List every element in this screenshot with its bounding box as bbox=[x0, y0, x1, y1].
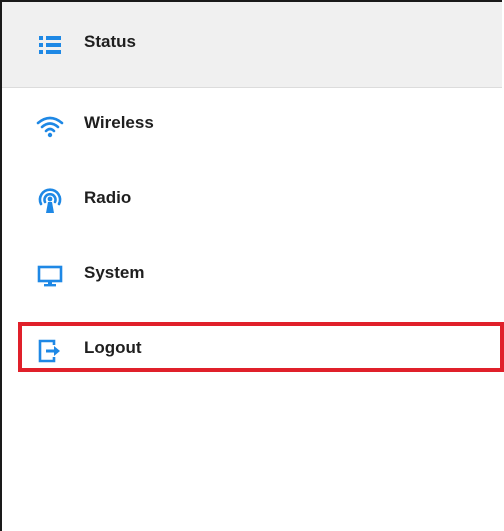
sidebar-item-label: Radio bbox=[84, 187, 132, 207]
sidebar-item-system[interactable]: System bbox=[2, 238, 502, 313]
sidebar-nav: Status Wireless Radio System Logout bbox=[2, 2, 502, 388]
sidebar-item-label: System bbox=[84, 262, 145, 282]
radio-antenna-icon bbox=[36, 187, 64, 215]
sidebar-item-label: Logout bbox=[84, 337, 142, 357]
sidebar-item-status[interactable]: Status bbox=[2, 2, 502, 88]
sidebar-item-radio[interactable]: Radio bbox=[2, 163, 502, 238]
wifi-icon bbox=[36, 112, 64, 140]
sidebar-item-label: Status bbox=[84, 31, 136, 51]
logout-icon bbox=[36, 337, 64, 365]
monitor-icon bbox=[36, 262, 64, 290]
list-icon bbox=[36, 31, 64, 59]
sidebar-item-label: Wireless bbox=[84, 112, 154, 132]
sidebar-item-wireless[interactable]: Wireless bbox=[2, 88, 502, 163]
sidebar-item-logout[interactable]: Logout bbox=[2, 313, 502, 388]
